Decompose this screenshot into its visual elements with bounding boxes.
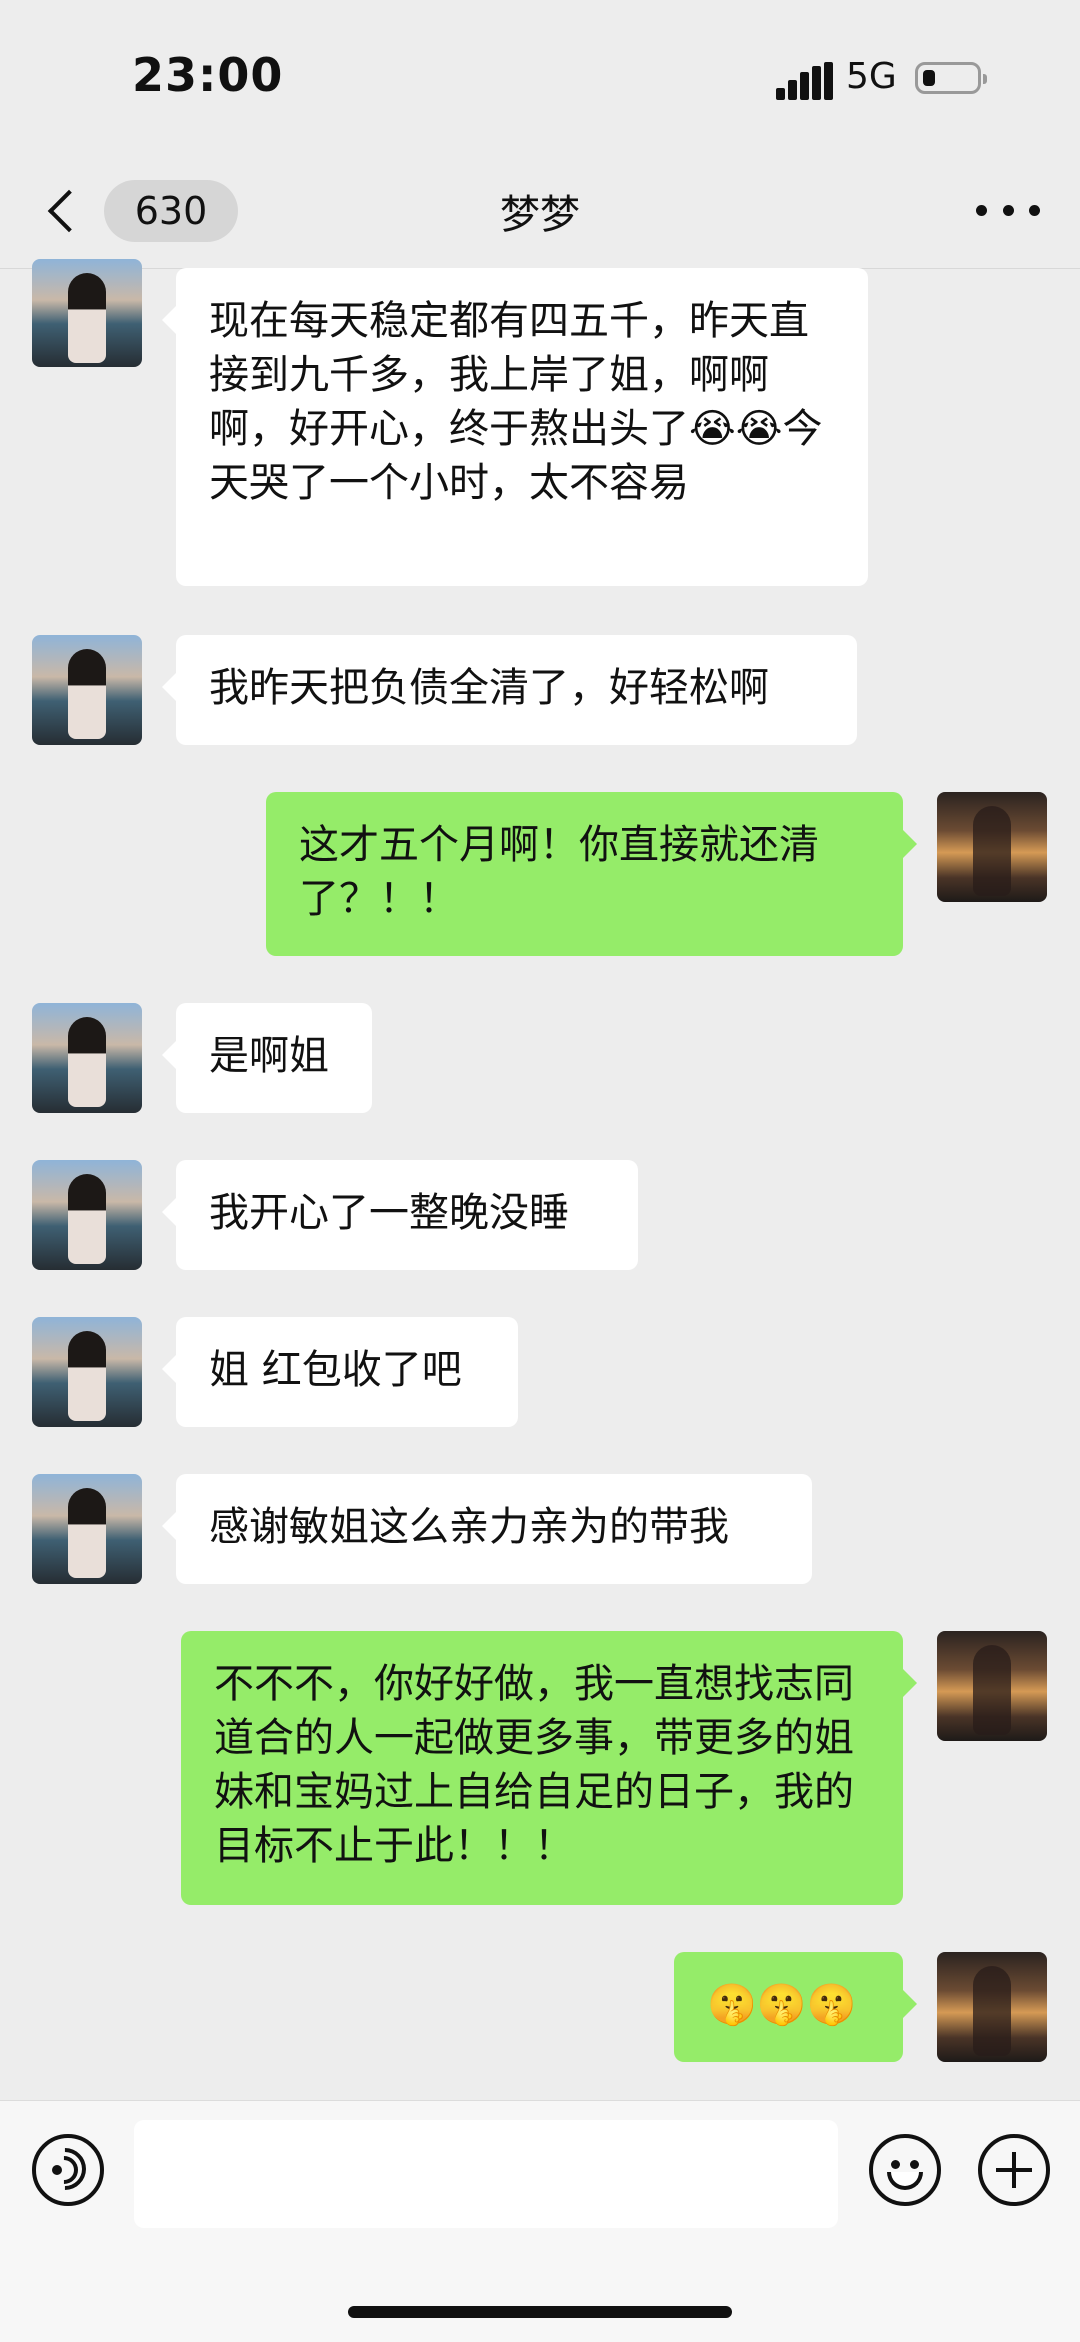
contact-avatar[interactable] <box>32 1160 142 1270</box>
message-bubble[interactable]: 姐 红包收了吧 <box>162 1317 518 1427</box>
battery-icon <box>915 62 987 94</box>
my-avatar[interactable] <box>937 1631 1047 1741</box>
message-bubble[interactable]: 感谢敏姐这么亲力亲为的带我 <box>162 1474 812 1584</box>
network-label: 5G <box>846 56 897 97</box>
home-indicator[interactable] <box>348 2306 732 2318</box>
message-input[interactable] <box>134 2120 838 2228</box>
emoji-button[interactable] <box>869 2134 941 2206</box>
message-bubble[interactable]: 我昨天把负债全清了，好轻松啊 <box>162 635 857 745</box>
message-bubble[interactable]: 现在每天稳定都有四五千，昨天直接到九千多，我上岸了姐，啊啊啊，好开心，终于熬出头… <box>162 268 868 586</box>
status-bar: 23:00 5G <box>0 0 1080 150</box>
message-bubble[interactable]: 这才五个月啊！你直接就还清了？！！ <box>266 792 917 956</box>
message-bubble[interactable]: 是啊姐 <box>162 1003 372 1113</box>
status-time: 23:00 <box>132 48 284 102</box>
message-bubble[interactable]: 我开心了一整晚没睡 <box>162 1160 638 1270</box>
message-bubble[interactable]: 不不不，你好好做，我一直想找志同道合的人一起做更多事，带更多的姐妹和宝妈过上自给… <box>181 1631 917 1905</box>
chat-title: 梦梦 <box>500 192 580 238</box>
contact-avatar[interactable] <box>32 635 142 745</box>
chat-header: 630 梦梦 <box>0 150 1080 269</box>
contact-avatar[interactable] <box>32 1474 142 1584</box>
contact-avatar[interactable] <box>32 259 142 367</box>
voice-button[interactable] <box>32 2134 104 2206</box>
my-avatar[interactable] <box>937 1952 1047 2062</box>
contact-avatar[interactable] <box>32 1317 142 1427</box>
more-dots-icon <box>976 204 987 216</box>
add-button[interactable] <box>978 2134 1050 2206</box>
contact-avatar[interactable] <box>32 1003 142 1113</box>
my-avatar[interactable] <box>937 792 1047 902</box>
message-bubble[interactable]: 🤫🤫🤫 <box>674 1952 917 2062</box>
signal-icon <box>776 62 836 100</box>
more-button[interactable] <box>976 190 1040 230</box>
